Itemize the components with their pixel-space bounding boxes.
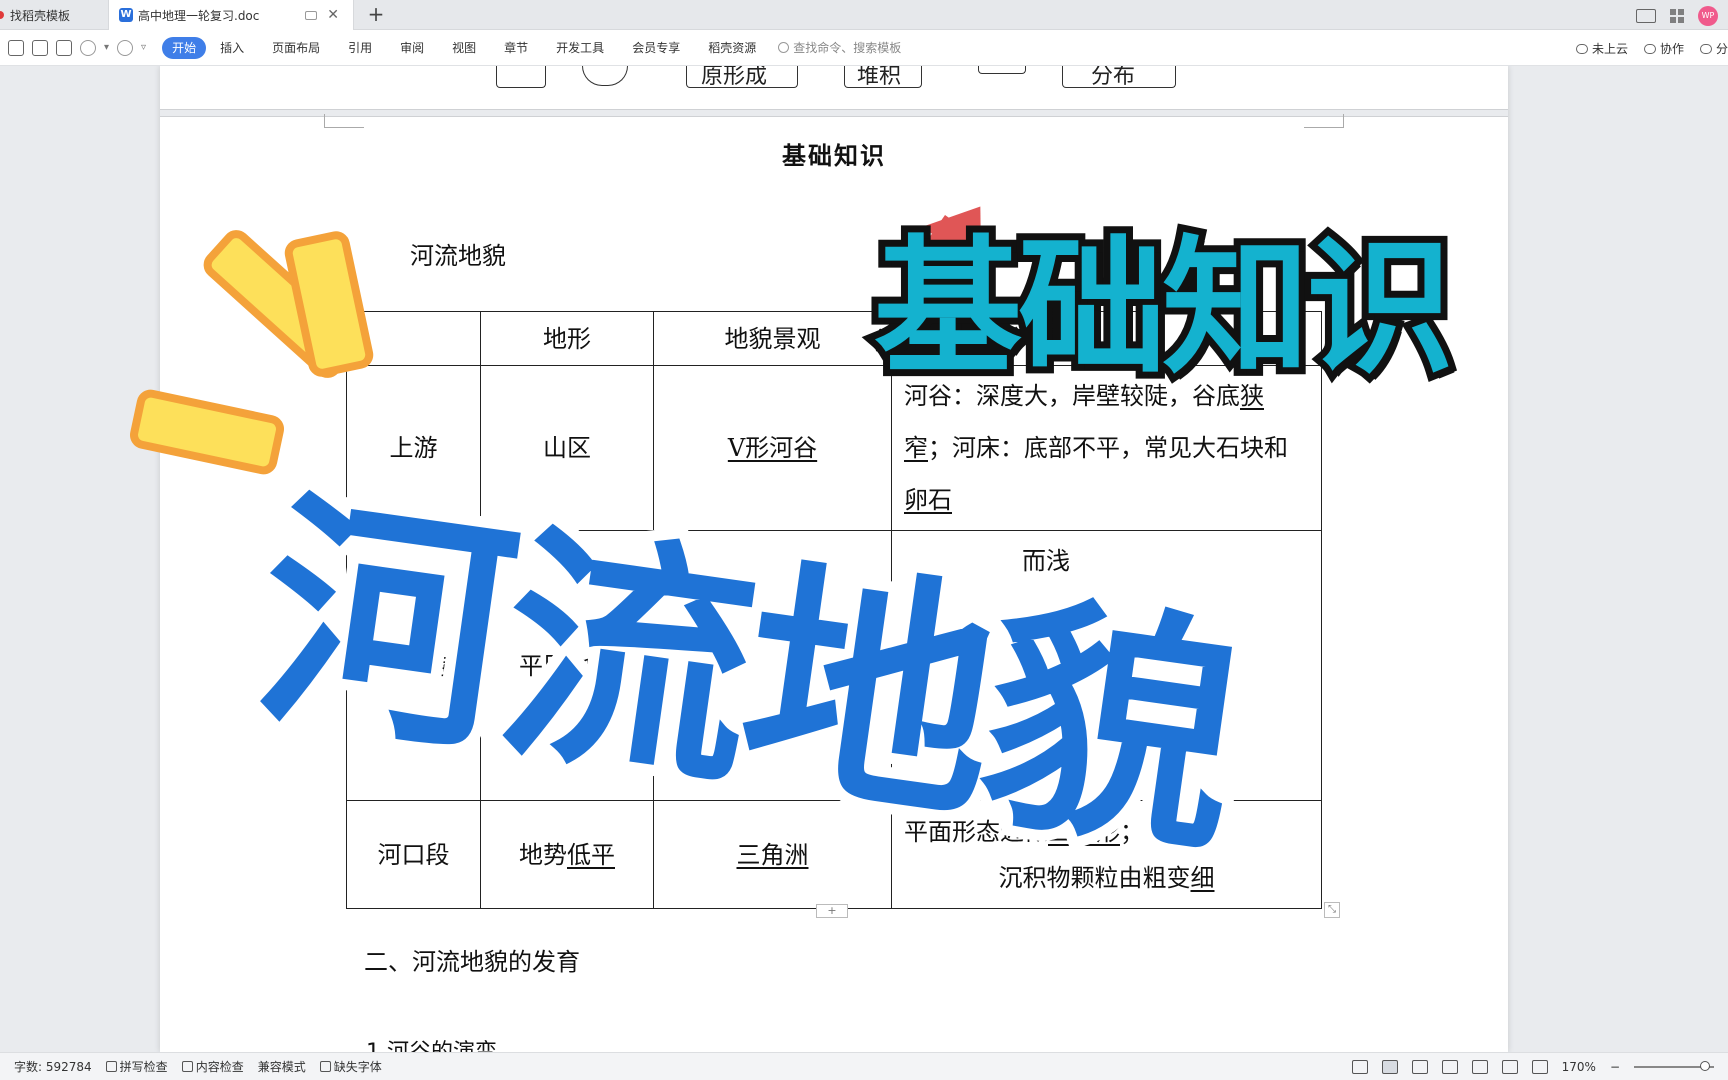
tab-template[interactable]: 找稻壳模板 (0, 0, 108, 30)
wps-writer-window: 找稻壳模板 W 高中地理一轮复习.doc ✕ + WP ▾ ▿ 开始 插入 页面… (0, 0, 1728, 1080)
menu-ribbon: ▾ ▿ 开始 插入 页面布局 引用 审阅 视图 章节 开发工具 会员专享 稻壳资… (0, 30, 1728, 66)
tab-references[interactable]: 引用 (334, 37, 386, 59)
tab-home[interactable]: 开始 (162, 36, 207, 59)
paste-format-icon[interactable] (8, 39, 24, 56)
tab-label: 找稻壳模板 (10, 8, 71, 23)
share-button[interactable]: 分 (1699, 40, 1728, 57)
web-view-icon[interactable] (1471, 1060, 1488, 1074)
zoom-out-button[interactable]: − (1610, 1060, 1620, 1074)
close-tab-icon[interactable]: ✕ (327, 7, 339, 23)
zoom-thumb[interactable] (1700, 1061, 1710, 1071)
flowchart-text: 原形成 (701, 66, 768, 89)
document-canvas[interactable]: 原形成 堆积 分布 基础知识 河流地貌 + 地形 地貌景观 (0, 66, 1728, 1052)
ribbon-right: 未上云 协作 分 (1575, 30, 1728, 66)
flowchart-oval (582, 66, 628, 86)
print-icon[interactable] (32, 39, 48, 56)
view-controls: 170% − (1351, 1053, 1714, 1080)
tab-page-layout[interactable]: 页面布局 (258, 37, 334, 59)
flowchart-box (978, 66, 1026, 74)
table-cell: 河口段 (346, 800, 481, 909)
reading-view-icon[interactable] (1441, 1060, 1458, 1074)
table-cell: 地貌景观 (653, 311, 892, 366)
pen-icon[interactable] (1501, 1060, 1518, 1074)
cloud-icon (1575, 43, 1588, 54)
quick-access-toolbar: ▾ ▿ (0, 39, 146, 56)
table-cell: 地形 (480, 311, 654, 366)
outline-view-icon[interactable] (1411, 1060, 1428, 1074)
search-icon (778, 42, 790, 53)
status-bar: 字数: 592784 拼写检查 内容检查 兼容模式 缺失字体 170% − (0, 1052, 1728, 1080)
flowchart-text: 分布 (1091, 66, 1136, 89)
app-logo-icon (0, 11, 4, 19)
resize-table-icon[interactable]: ⤡ (1324, 902, 1340, 918)
page-view-icon[interactable] (1381, 1060, 1398, 1074)
crop-mark (1304, 114, 1344, 128)
undo-icon[interactable] (80, 39, 96, 56)
zoom-level[interactable]: 170% (1562, 1060, 1596, 1074)
missing-font[interactable]: 缺失字体 (319, 1058, 382, 1075)
tab-view[interactable]: 视图 (438, 37, 490, 59)
flowchart-box: 分布 (1062, 66, 1176, 89)
cloud-status[interactable]: 未上云 (1575, 40, 1628, 57)
word-count[interactable]: 字数: 592784 (14, 1058, 92, 1075)
chevron-down-icon[interactable]: ▾ (104, 42, 109, 53)
menu-tabs: 开始 插入 页面布局 引用 审阅 视图 章节 开发工具 会员专享 稻壳资源 (162, 36, 770, 59)
collaborate-button[interactable]: 协作 (1643, 40, 1684, 57)
search-placeholder: 查找命令、搜索模板 (793, 41, 902, 55)
tab-member[interactable]: 会员专享 (618, 37, 694, 59)
window-controls: WP (1636, 6, 1718, 26)
flowchart-text: 堆积 (857, 66, 902, 89)
content-check[interactable]: 内容检查 (181, 1058, 244, 1075)
new-tab-button[interactable]: + (364, 3, 388, 27)
tab-chapter[interactable]: 章节 (490, 37, 542, 59)
tab-docer[interactable]: 稻壳资源 (694, 37, 770, 59)
flowchart-box: 堆积 (844, 66, 922, 89)
section-heading: 二、河流地貌的发育 (364, 948, 580, 976)
compat-mode[interactable]: 兼容模式 (258, 1058, 306, 1075)
avatar[interactable]: WP (1698, 6, 1718, 26)
table-cell: V形河谷 (653, 365, 892, 531)
page-title: 基础知识 (782, 141, 886, 170)
flowchart-box: 原形成 (686, 66, 798, 89)
check-icon (105, 1061, 117, 1072)
table-cell: 地势低平 (480, 800, 654, 909)
apps-grid-icon[interactable] (1670, 9, 1684, 23)
tab-developer[interactable]: 开发工具 (542, 37, 618, 59)
title-bar: 找稻壳模板 W 高中地理一轮复习.doc ✕ + WP (0, 0, 1728, 30)
share-icon (1699, 43, 1712, 54)
command-search[interactable]: 查找命令、搜索模板 (778, 39, 901, 56)
zoom-slider[interactable] (1634, 1061, 1714, 1071)
flowchart-box (496, 66, 546, 88)
tab-insert[interactable]: 插入 (206, 37, 258, 59)
eye-icon[interactable] (1351, 1060, 1368, 1074)
add-row-button[interactable]: + (816, 904, 848, 918)
section-heading: 河流地貌 (410, 242, 506, 270)
customize-chevron-icon[interactable]: ▿ (141, 42, 146, 53)
tab-review[interactable]: 审阅 (386, 37, 438, 59)
pin-icon[interactable] (305, 10, 317, 20)
user-icon (1643, 43, 1656, 54)
layout-icon[interactable] (1636, 9, 1656, 23)
redo-icon[interactable] (117, 39, 134, 56)
overlay-keyword: 基础知识 (867, 222, 1461, 394)
print-preview-icon[interactable] (56, 39, 72, 56)
word-doc-icon: W (119, 8, 133, 22)
font-icon (319, 1061, 331, 1072)
tab-label: 高中地理一轮复习.doc (138, 8, 260, 23)
spell-check[interactable]: 拼写检查 (105, 1058, 168, 1075)
fit-page-icon[interactable] (1531, 1060, 1548, 1074)
inspect-icon (181, 1061, 193, 1072)
subsection-heading: 1.河谷的演变 (366, 1034, 497, 1052)
crop-mark (324, 114, 364, 128)
tab-document[interactable]: W 高中地理一轮复习.doc ✕ (108, 0, 354, 30)
